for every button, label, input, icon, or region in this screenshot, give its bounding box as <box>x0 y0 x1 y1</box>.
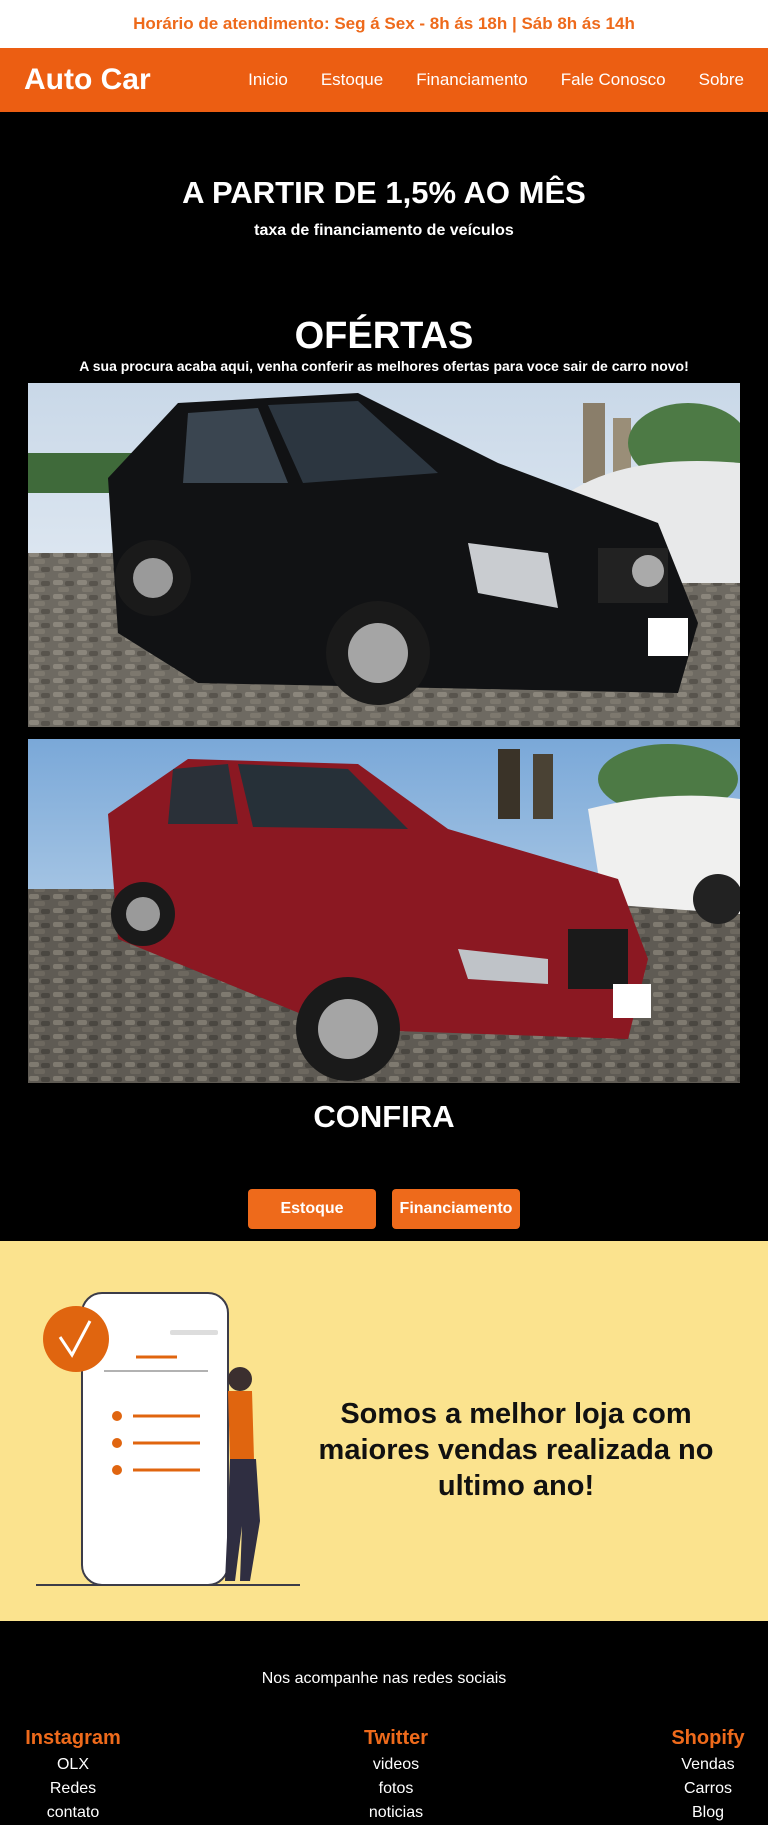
footer-subtitle: Nos acompanhe nas redes sociais <box>261 1670 507 1687</box>
footer-column-title[interactable]: Instagram <box>24 1727 122 1750</box>
footer-column-instagram: Instagram OLX Redes contato <box>24 1727 122 1825</box>
footer-link[interactable]: Redes <box>24 1777 122 1801</box>
footer-link[interactable]: Vendas <box>662 1753 754 1777</box>
offers-subtitle: A sua procura acaba aqui, venha conferir… <box>79 358 689 374</box>
estoque-button[interactable]: Estoque <box>248 1189 376 1229</box>
check-circle-icon <box>43 1306 109 1372</box>
promo-headline: Somos a melhor loja com maiores vendas r… <box>318 1398 714 1502</box>
footer-link[interactable]: contato <box>24 1801 122 1825</box>
footer-column-title[interactable]: Shopify <box>662 1727 754 1750</box>
confira-title: CONFIRA <box>313 1099 455 1134</box>
footer-link[interactable]: OLX <box>24 1753 122 1777</box>
footer-column-title[interactable]: Twitter <box>344 1727 448 1750</box>
main-navbar: Auto Car Inicio Estoque Financiamento Fa… <box>0 48 768 112</box>
nav-link-estoque[interactable]: Estoque <box>321 70 383 90</box>
nav-links: Inicio Estoque Financiamento Fale Conosc… <box>215 70 744 90</box>
hero-title: A PARTIR DE 1,5% AO MÊS <box>182 175 586 210</box>
nav-link-sobre[interactable]: Sobre <box>699 70 744 90</box>
footer-column-shopify: Shopify Vendas Carros Blog <box>662 1727 754 1825</box>
footer-link[interactable]: Blog <box>662 1801 754 1825</box>
footer-column-twitter: Twitter videos fotos noticias <box>344 1727 448 1825</box>
phone-illustration <box>30 1291 302 1596</box>
offer-photo-red-pickup <box>28 739 740 1083</box>
top-info-bar: Horário de atendimento: Seg á Sex - 8h á… <box>0 0 768 48</box>
nav-link-inicio[interactable]: Inicio <box>248 70 288 90</box>
footer-link[interactable]: Carros <box>662 1777 754 1801</box>
business-hours: Horário de atendimento: Seg á Sex - 8h á… <box>133 14 635 33</box>
footer-link[interactable]: videos <box>344 1753 448 1777</box>
nav-link-fale-conosco[interactable]: Fale Conosco <box>561 70 666 90</box>
promo-section: Somos a melhor loja com maiores vendas r… <box>0 1241 768 1621</box>
hero-subtitle: taxa de financiamento de veículos <box>254 222 514 239</box>
financiamento-button[interactable]: Financiamento <box>392 1189 520 1229</box>
offer-photo-black-pickup <box>28 383 740 727</box>
footer-link[interactable]: fotos <box>344 1777 448 1801</box>
brand-logo[interactable]: Auto Car <box>24 63 151 97</box>
offers-title: OFÉRTAS <box>294 315 474 357</box>
footer-link[interactable]: noticias <box>344 1801 448 1825</box>
nav-link-financiamento[interactable]: Financiamento <box>416 70 528 90</box>
